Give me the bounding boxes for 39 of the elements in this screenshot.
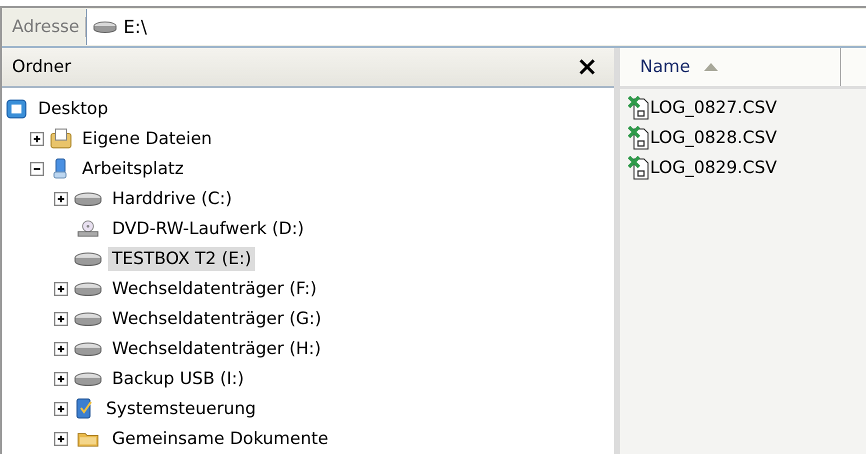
drive-icon — [74, 190, 102, 208]
drive-icon — [74, 340, 102, 358]
expand-icon[interactable] — [54, 192, 68, 206]
folder-documents-icon — [50, 128, 72, 150]
drive-icon — [74, 280, 102, 298]
tree-item[interactable]: Systemsteuerung — [102, 397, 260, 421]
tree-item[interactable]: Harddrive (C:) — [108, 187, 236, 211]
expand-icon[interactable] — [54, 312, 68, 326]
close-button[interactable]: × — [572, 54, 602, 80]
expand-icon[interactable] — [54, 402, 68, 416]
expand-icon[interactable] — [30, 132, 44, 146]
tree-item[interactable]: Backup USB (I:) — [108, 367, 248, 391]
tree-item[interactable]: Gemeinsame Dokumente — [108, 427, 332, 451]
drive-icon — [74, 310, 102, 328]
file-name[interactable]: LOG_0827.CSV — [650, 98, 777, 118]
drive-icon — [93, 21, 118, 33]
desktop-icon — [6, 98, 28, 120]
collapse-icon[interactable] — [30, 162, 44, 176]
expand-icon[interactable] — [54, 372, 68, 386]
tree-item[interactable]: Wechseldatenträger (G:) — [108, 307, 326, 331]
tree-item[interactable]: Arbeitsplatz — [78, 157, 188, 181]
spreadsheet-file-icon — [628, 156, 650, 180]
file-name[interactable]: LOG_0828.CSV — [650, 128, 777, 148]
drive-icon — [74, 250, 102, 268]
pane-title: Ordner — [12, 57, 72, 77]
drive-icon — [74, 370, 102, 388]
expand-icon[interactable] — [54, 432, 68, 446]
file-name[interactable]: LOG_0829.CSV — [650, 158, 777, 178]
tree-item[interactable]: Wechseldatenträger (H:) — [108, 337, 326, 361]
expand-icon[interactable] — [54, 282, 68, 296]
spreadsheet-file-icon — [628, 96, 650, 120]
address-field[interactable]: E:\ — [86, 9, 866, 45]
tree-item[interactable]: Desktop — [34, 97, 112, 121]
expand-icon[interactable] — [54, 342, 68, 356]
tree-item[interactable]: Wechseldatenträger (F:) — [108, 277, 321, 301]
spreadsheet-file-icon — [628, 126, 650, 150]
tree-item[interactable]: TESTBOX T2 (E:) — [108, 247, 256, 271]
tree-item[interactable]: DVD-RW-Laufwerk (D:) — [108, 217, 308, 241]
tree-item[interactable]: Eigene Dateien — [78, 127, 216, 151]
